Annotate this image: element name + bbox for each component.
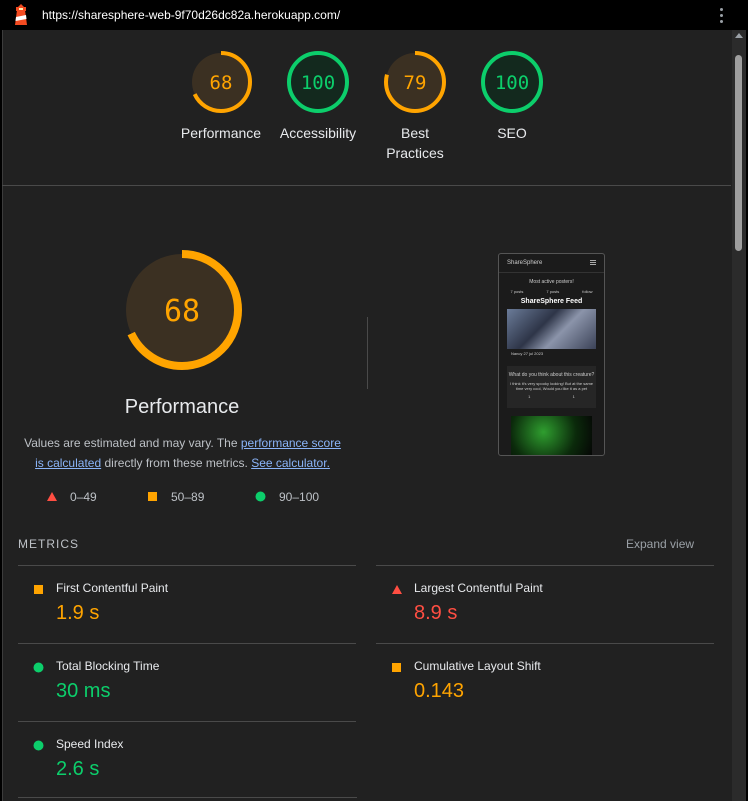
url-text[interactable]: https://sharesphere-web-9f70d26dc82a.her…: [42, 8, 340, 22]
thumb-post-actions: 1 1: [507, 394, 596, 399]
metric-name: Largest Contentful Paint: [414, 581, 543, 595]
gauge-score: 68: [210, 72, 233, 94]
legend-fail-range: 0–49: [70, 490, 97, 504]
performance-description: Values are estimated and may vary. The p…: [20, 433, 345, 473]
thumb-user1: 7 posts: [510, 289, 524, 294]
gauge-ring: 68: [190, 51, 252, 113]
metric-first-contentful-paint: First Contentful Paint 1.9 s: [18, 565, 356, 644]
gauge-ring: 100: [481, 51, 543, 113]
metric-value: 8.9 s: [414, 602, 458, 624]
thumb-header: ShareSphere: [499, 254, 604, 273]
thumb-heading: Most active posters!: [529, 279, 574, 285]
gauge-label-line: Performance: [180, 125, 262, 141]
metric-name: Speed Index: [56, 737, 124, 751]
red-triangle-icon: [47, 492, 57, 501]
green-circle-icon: [33, 740, 44, 751]
metric-name: Cumulative Layout Shift: [414, 659, 541, 673]
metric-total-blocking-time: Total Blocking Time 30 ms: [18, 643, 356, 722]
thumb-second-image: [511, 416, 592, 455]
gauge-score: 79: [404, 72, 427, 94]
lighthouse-icon: [15, 4, 27, 25]
thumb-comments: 1: [572, 394, 575, 399]
green-circle-icon: [33, 662, 44, 673]
metric-value: 0.143: [414, 680, 465, 702]
scrollbar-thumb[interactable]: [735, 55, 742, 251]
metric-speed-index: Speed Index 2.6 s: [18, 721, 356, 800]
vertical-divider: [367, 317, 368, 389]
address-bar: https://sharesphere-web-9f70d26dc82a.her…: [0, 0, 748, 30]
thumb-app-name: ShareSphere: [507, 260, 543, 266]
metric-name: Total Blocking Time: [56, 659, 160, 673]
thumb-user2: 7 posts: [546, 289, 560, 294]
scroll-up-arrow-icon[interactable]: [735, 33, 743, 38]
thumb-author: Nancy: [511, 351, 523, 356]
metric-cumulative-layout-shift: Cumulative Layout Shift 0.143: [376, 643, 714, 722]
score-gauge-2[interactable]: 79 Best Practices: [365, 49, 465, 163]
thumb-post-body: I think it's very spooky looking! But at…: [509, 381, 594, 391]
hamburger-icon: [590, 260, 596, 261]
gauge-label-line: SEO: [497, 125, 527, 141]
thumb-user3: follow: [582, 289, 593, 294]
score-gauge-3[interactable]: 100 SEO: [462, 49, 562, 143]
expand-view-button[interactable]: Expand view: [626, 537, 694, 551]
gauge-label-line: Accessibility: [279, 125, 357, 141]
orange-square-icon: [392, 663, 401, 672]
header-divider: [2, 185, 731, 186]
thumb-post-card: What do you think about this creature? I…: [507, 366, 596, 408]
gauge-ring: 100: [287, 51, 349, 113]
gauge-label: Accessibility: [268, 123, 368, 143]
thumb-date: 27 jul 2023: [523, 351, 544, 356]
score-gauge-0[interactable]: 68 Performance: [171, 49, 271, 143]
metrics-heading: METRICS: [18, 537, 79, 551]
gauge-label-line: Practices: [386, 145, 444, 161]
thumb-likes: 1: [528, 394, 531, 399]
gauge-label: Performance: [171, 123, 271, 143]
metrics-bottom-divider: [18, 797, 357, 798]
gauge-label: Best Practices: [365, 123, 465, 163]
performance-title: Performance: [124, 396, 240, 418]
thumb-post-image: [507, 309, 596, 349]
page-screenshot-thumbnail[interactable]: ShareSphere Most active posters! 7 posts…: [498, 253, 605, 456]
score-gauge-1[interactable]: 100 Accessibility: [268, 49, 368, 143]
metric-value: 1.9 s: [56, 602, 100, 624]
gauge-ring: 79: [384, 51, 446, 113]
metric-value: 2.6 s: [56, 758, 100, 780]
legend-average-range: 50–89: [171, 490, 205, 504]
gauge-score: 100: [495, 72, 529, 94]
gauge-label: SEO: [462, 123, 562, 143]
gauge-score: 100: [301, 72, 335, 94]
red-triangle-icon: [392, 585, 402, 594]
see-calculator-link[interactable]: See calculator.: [251, 456, 330, 470]
green-circle-icon: [255, 491, 266, 502]
desc-text-middle: directly from these metrics.: [101, 456, 252, 470]
thumb-posters: 7 posts 7 posts follow: [499, 289, 604, 294]
performance-gauge: 68: [122, 250, 242, 370]
thumb-post-meta: Nancy 27 jul 2023: [511, 351, 596, 356]
metric-name: First Contentful Paint: [56, 581, 169, 595]
metric-largest-contentful-paint: Largest Contentful Paint 8.9 s: [376, 565, 714, 644]
orange-square-icon: [148, 492, 157, 501]
thumb-feed-title: ShareSphere Feed: [520, 298, 583, 305]
gauge-label-line: Best: [400, 125, 429, 141]
kebab-menu-icon[interactable]: [720, 6, 724, 24]
desc-text: Values are estimated and may vary. The: [24, 436, 241, 450]
metric-value: 30 ms: [56, 680, 111, 702]
performance-score: 68: [164, 294, 200, 329]
orange-square-icon: [34, 585, 43, 594]
legend-pass-range: 90–100: [279, 490, 320, 504]
thumb-post-title: What do you think about this creature?: [508, 372, 595, 378]
